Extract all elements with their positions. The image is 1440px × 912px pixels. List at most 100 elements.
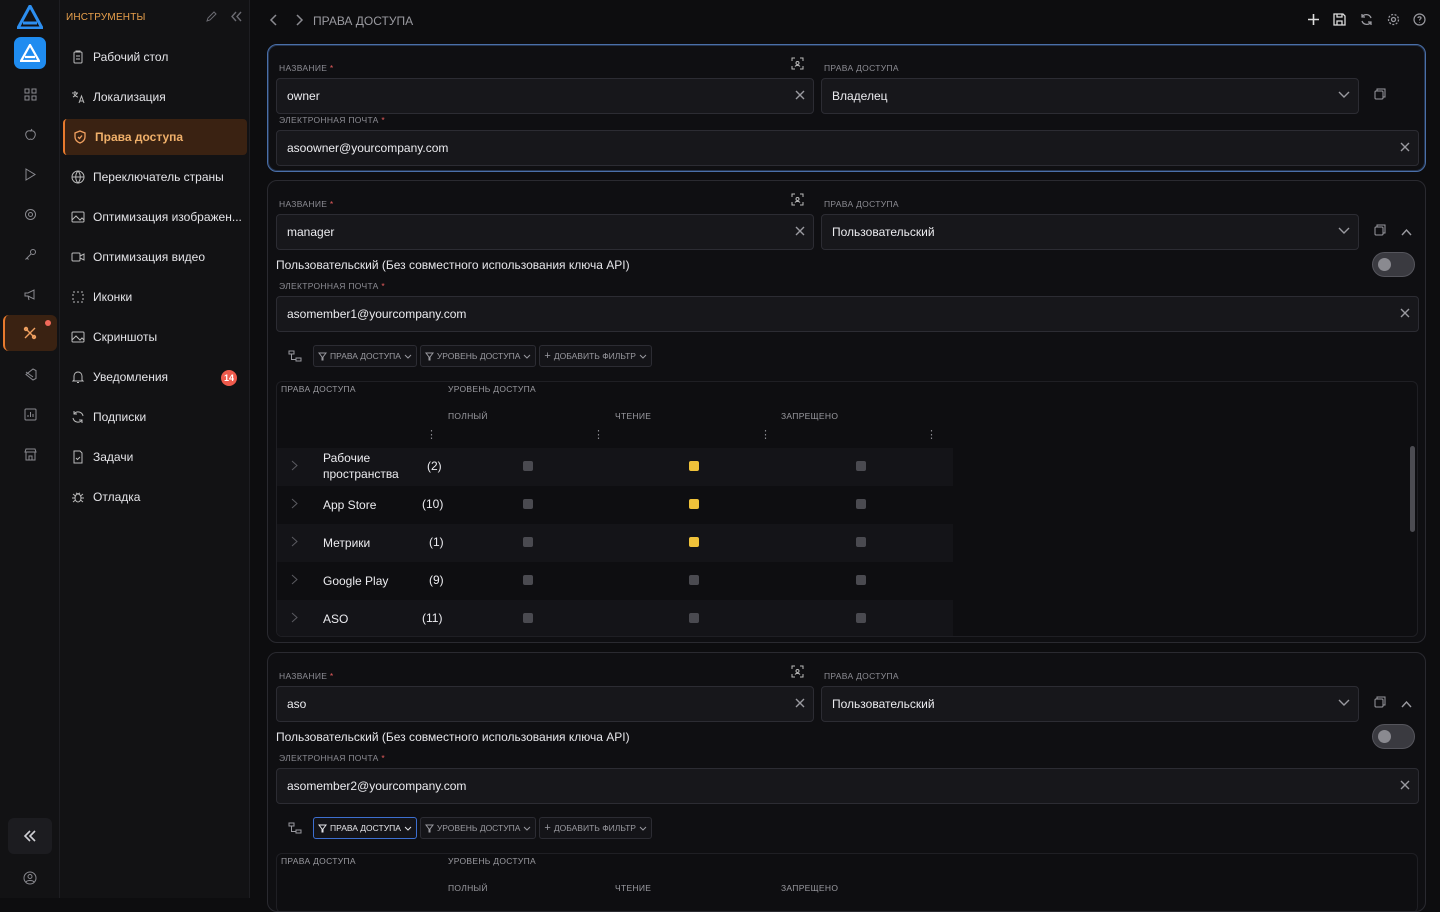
vscode-icon[interactable] bbox=[18, 362, 42, 386]
api-key-toggle[interactable] bbox=[1372, 724, 1415, 749]
target-icon[interactable] bbox=[18, 202, 42, 226]
checkbox-full[interactable] bbox=[523, 537, 533, 547]
sidebar-item-screenshots[interactable]: Скриншоты bbox=[63, 319, 247, 355]
plus-icon[interactable] bbox=[1307, 13, 1320, 26]
clear-icon[interactable] bbox=[1400, 142, 1410, 152]
table-row[interactable]: Google Play (9) bbox=[277, 562, 953, 600]
sidebar-item-image-optimization[interactable]: Оптимизация изображен... bbox=[63, 199, 247, 235]
refresh-icon[interactable] bbox=[1360, 13, 1373, 26]
email-input[interactable]: asomember1@yourcompany.com bbox=[276, 296, 1419, 332]
email-input[interactable]: asomember2@yourcompany.com bbox=[276, 768, 1419, 804]
add-filter-button[interactable]: + ДОБАВИТЬ ФИЛЬТР bbox=[539, 345, 652, 367]
chart-icon[interactable] bbox=[18, 402, 42, 426]
scan-icon[interactable] bbox=[791, 193, 804, 206]
table-row[interactable]: Рабочие пространства (2) bbox=[277, 448, 953, 486]
row-count: (1) bbox=[429, 535, 444, 549]
filter-level-button[interactable]: УРОВЕНЬ ДОСТУПА bbox=[419, 345, 537, 367]
key-icon[interactable] bbox=[18, 242, 42, 266]
forward-icon[interactable] bbox=[294, 13, 304, 27]
chevron-up-icon[interactable] bbox=[1401, 701, 1412, 708]
checkbox-full[interactable] bbox=[523, 461, 533, 471]
column-menu-icon[interactable]: ⋮ bbox=[926, 428, 937, 441]
name-input[interactable]: aso bbox=[276, 686, 814, 722]
column-menu-icon[interactable]: ⋮ bbox=[593, 428, 604, 441]
sidebar-item-video-optimization[interactable]: Оптимизация видео bbox=[63, 239, 247, 275]
sidebar-item-subscriptions[interactable]: Подписки bbox=[63, 399, 247, 435]
clear-icon[interactable] bbox=[795, 698, 805, 708]
filter-access-button[interactable]: ПРАВА ДОСТУПА bbox=[313, 345, 417, 367]
checkbox-full[interactable] bbox=[523, 575, 533, 585]
help-icon[interactable] bbox=[1413, 13, 1426, 26]
save-icon[interactable] bbox=[1333, 13, 1346, 26]
pencil-icon[interactable] bbox=[205, 10, 218, 23]
filter-level-button[interactable]: УРОВЕНЬ ДОСТУПА bbox=[419, 817, 537, 839]
store-icon[interactable] bbox=[18, 442, 42, 466]
sidebar-item-localization[interactable]: Локализация bbox=[63, 79, 247, 115]
checkbox-read[interactable] bbox=[689, 461, 699, 471]
checkbox-forbidden[interactable] bbox=[856, 499, 866, 509]
table-row[interactable]: App Store (10) bbox=[277, 486, 953, 524]
play-store-icon[interactable] bbox=[18, 162, 42, 186]
copy-icon[interactable] bbox=[1374, 88, 1386, 100]
user-avatar-icon[interactable] bbox=[18, 866, 42, 890]
access-select[interactable]: Владелец bbox=[821, 78, 1359, 114]
sidebar-item-debug[interactable]: Отладка bbox=[63, 479, 247, 515]
column-menu-icon[interactable]: ⋮ bbox=[760, 428, 771, 441]
app-switch-button[interactable] bbox=[14, 37, 46, 69]
copy-icon[interactable] bbox=[1374, 696, 1386, 708]
table-row[interactable]: ASO (11) bbox=[277, 600, 953, 636]
api-key-toggle[interactable] bbox=[1372, 252, 1415, 277]
chevron-right-icon[interactable] bbox=[291, 460, 298, 471]
checkbox-full[interactable] bbox=[523, 613, 533, 623]
checkbox-read[interactable] bbox=[689, 613, 699, 623]
grid-icon[interactable] bbox=[18, 82, 42, 106]
clear-icon[interactable] bbox=[795, 90, 805, 100]
sidebar-item-tasks[interactable]: Задачи bbox=[63, 439, 247, 475]
clear-icon[interactable] bbox=[1400, 780, 1410, 790]
gear-icon[interactable] bbox=[1387, 13, 1400, 26]
chevron-right-icon[interactable] bbox=[291, 536, 298, 547]
sidebar-item-notifications[interactable]: Уведомления 14 bbox=[63, 359, 247, 395]
sidebar-item-country-switcher[interactable]: Переключатель страны bbox=[63, 159, 247, 195]
checkbox-forbidden[interactable] bbox=[856, 613, 866, 623]
screenshot-icon bbox=[71, 331, 85, 343]
scan-icon[interactable] bbox=[791, 57, 804, 70]
double-chevron-left-icon[interactable] bbox=[230, 10, 243, 23]
sidebar-item-desktop[interactable]: Рабочий стол bbox=[63, 39, 247, 75]
chevron-right-icon[interactable] bbox=[291, 498, 298, 509]
checkbox-read[interactable] bbox=[689, 575, 699, 585]
sidebar-item-access-rights[interactable]: Права доступа bbox=[63, 119, 247, 155]
tools-icon[interactable] bbox=[18, 321, 42, 345]
column-menu-icon[interactable]: ⋮ bbox=[426, 428, 437, 441]
filter-access-button[interactable]: ПРАВА ДОСТУПА bbox=[313, 817, 417, 839]
checkbox-full[interactable] bbox=[523, 499, 533, 509]
chevron-up-icon[interactable] bbox=[1401, 229, 1412, 236]
sidebar-item-icons[interactable]: Иконки bbox=[63, 279, 247, 315]
chevron-right-icon[interactable] bbox=[291, 574, 298, 585]
clear-icon[interactable] bbox=[795, 226, 805, 236]
checkbox-read[interactable] bbox=[689, 537, 699, 547]
checkbox-forbidden[interactable] bbox=[856, 575, 866, 585]
collapse-rail-button[interactable] bbox=[8, 818, 52, 854]
expand-all-icon[interactable] bbox=[288, 822, 302, 834]
email-input[interactable]: asoowner@yourcompany.com bbox=[276, 130, 1419, 166]
access-select[interactable]: Пользовательский bbox=[821, 686, 1359, 722]
scrollbar[interactable] bbox=[1410, 446, 1415, 532]
chevron-right-icon[interactable] bbox=[291, 612, 298, 623]
toggle-description: Пользовательский (Без совместного исполь… bbox=[276, 730, 630, 744]
add-filter-button[interactable]: + ДОБАВИТЬ ФИЛЬТР bbox=[539, 817, 652, 839]
checkbox-forbidden[interactable] bbox=[856, 537, 866, 547]
expand-all-icon[interactable] bbox=[288, 350, 302, 362]
copy-icon[interactable] bbox=[1374, 224, 1386, 236]
apple-icon[interactable] bbox=[18, 122, 42, 146]
name-input[interactable]: manager bbox=[276, 214, 814, 250]
back-icon[interactable] bbox=[269, 13, 279, 27]
table-row[interactable]: Метрики (1) bbox=[277, 524, 953, 562]
clear-icon[interactable] bbox=[1400, 308, 1410, 318]
checkbox-read[interactable] bbox=[689, 499, 699, 509]
access-select[interactable]: Пользовательский bbox=[821, 214, 1359, 250]
scan-icon[interactable] bbox=[791, 665, 804, 678]
megaphone-icon[interactable] bbox=[18, 282, 42, 306]
checkbox-forbidden[interactable] bbox=[856, 461, 866, 471]
name-input[interactable]: owner bbox=[276, 78, 814, 114]
